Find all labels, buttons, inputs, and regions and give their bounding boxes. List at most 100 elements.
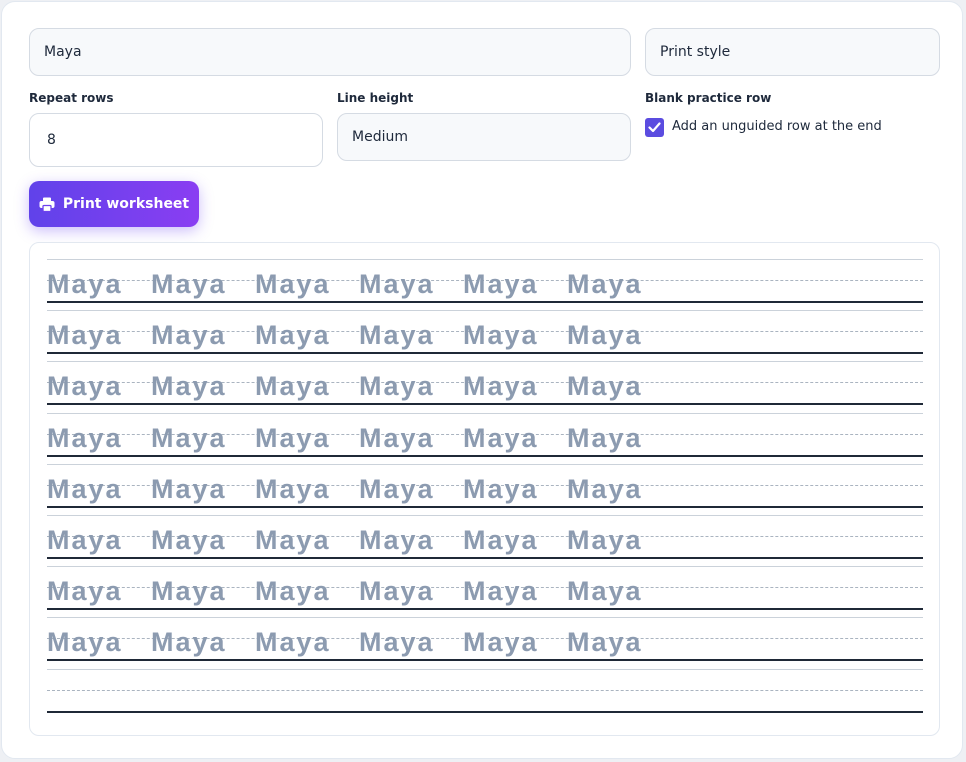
name-input[interactable]: Maya xyxy=(29,28,631,76)
trace-word: Maya xyxy=(151,371,227,402)
trace-word: Maya xyxy=(567,422,643,453)
base-guide-line xyxy=(47,403,923,406)
trace-word: Maya xyxy=(463,576,539,607)
base-guide-line xyxy=(47,557,923,559)
worksheet-preview: Maya Maya Maya Maya Maya Maya Maya Maya Maya Maya… xyxy=(29,242,940,736)
base-guide-line xyxy=(47,505,923,508)
trace-word: Maya xyxy=(47,371,123,402)
blank-row-checkbox-label: Add an unguided row at the end xyxy=(672,119,882,134)
practice-row: Maya Maya Maya Maya Maya Maya xyxy=(47,259,923,303)
practice-row: Maya Maya Maya Maya Maya Maya xyxy=(47,361,923,406)
trace-word: Maya xyxy=(47,627,123,658)
trace-word: Maya xyxy=(359,525,435,555)
base-guide-line xyxy=(47,710,923,713)
top-guide-line xyxy=(47,617,923,619)
trace-word: Maya xyxy=(151,269,227,299)
trace-word: Maya xyxy=(255,627,331,658)
trace-word: Maya xyxy=(47,320,123,351)
trace-words: Maya Maya Maya Maya Maya Maya xyxy=(47,525,671,555)
trace-word: Maya xyxy=(567,269,643,299)
trace-word: Maya xyxy=(567,371,643,402)
trace-word: Maya xyxy=(359,627,435,658)
base-guide-line xyxy=(47,608,923,611)
trace-word: Maya xyxy=(47,422,123,453)
trace-word: Maya xyxy=(463,320,539,351)
trace-word: Maya xyxy=(463,627,539,658)
trace-word: Maya xyxy=(359,320,435,351)
repeat-rows-label: Repeat rows xyxy=(29,91,114,105)
trace-word: Maya xyxy=(255,269,331,299)
practice-row: Maya Maya Maya Maya Maya Maya xyxy=(47,463,923,508)
trace-words: Maya Maya Maya Maya Maya Maya xyxy=(47,423,671,453)
base-guide-line xyxy=(47,352,923,355)
trace-word: Maya xyxy=(359,371,435,402)
trace-word: Maya xyxy=(463,525,539,555)
blank-row-checkbox[interactable] xyxy=(645,118,664,137)
top-guide-line xyxy=(47,463,923,465)
trace-word: Maya xyxy=(359,473,435,504)
repeat-rows-value: 8 xyxy=(47,132,56,148)
line-height-value: Medium xyxy=(352,129,408,145)
top-guide-line xyxy=(47,566,923,568)
blank-practice-row xyxy=(47,668,923,713)
trace-word: Maya xyxy=(255,371,331,402)
trace-word: Maya xyxy=(359,422,435,453)
practice-row: Maya Maya Maya Maya Maya Maya xyxy=(47,617,923,662)
top-guide-line xyxy=(47,310,923,312)
trace-words: Maya Maya Maya Maya Maya Maya xyxy=(47,576,671,606)
print-worksheet-button[interactable]: Print worksheet xyxy=(29,181,199,227)
top-guide-line xyxy=(47,412,923,414)
trace-word: Maya xyxy=(567,576,643,607)
base-guide-line xyxy=(47,301,923,303)
trace-word: Maya xyxy=(463,422,539,453)
trace-word: Maya xyxy=(151,320,227,351)
trace-word: Maya xyxy=(567,473,643,504)
trace-word: Maya xyxy=(567,320,643,351)
trace-word: Maya xyxy=(255,473,331,504)
base-guide-line xyxy=(47,454,923,457)
practice-row: Maya Maya Maya Maya Maya Maya xyxy=(47,515,923,559)
trace-word: Maya xyxy=(151,627,227,658)
checkmark-icon xyxy=(648,122,661,133)
trace-words: Maya Maya Maya Maya Maya Maya xyxy=(47,320,671,350)
practice-row: Maya Maya Maya Maya Maya Maya xyxy=(47,412,923,457)
trace-word: Maya xyxy=(255,576,331,607)
trace-words: Maya Maya Maya Maya Maya Maya xyxy=(47,627,671,657)
name-input-value: Maya xyxy=(44,44,82,60)
trace-word: Maya xyxy=(151,576,227,607)
style-select[interactable]: Print style xyxy=(645,28,940,76)
top-guide-line xyxy=(47,361,923,363)
trace-word: Maya xyxy=(151,422,227,453)
trace-word: Maya xyxy=(151,473,227,504)
trace-words: Maya Maya Maya Maya Maya Maya xyxy=(47,371,671,401)
style-select-value: Print style xyxy=(660,44,731,60)
trace-word: Maya xyxy=(359,269,435,299)
trace-word: Maya xyxy=(255,525,331,555)
top-guide-line xyxy=(47,668,923,670)
top-guide-line xyxy=(47,259,923,260)
trace-word: Maya xyxy=(463,371,539,402)
repeat-rows-input[interactable]: 8 xyxy=(29,113,323,167)
print-worksheet-label: Print worksheet xyxy=(62,196,190,212)
trace-word: Maya xyxy=(463,473,539,504)
line-height-label: Line height xyxy=(337,91,414,105)
practice-row: Maya Maya Maya Maya Maya Maya xyxy=(47,310,923,355)
practice-row: Maya Maya Maya Maya Maya Maya xyxy=(47,566,923,611)
trace-word: Maya xyxy=(47,269,123,299)
mid-guide-line xyxy=(47,689,923,691)
trace-word: Maya xyxy=(151,525,227,555)
trace-word: Maya xyxy=(567,627,643,658)
top-guide-line xyxy=(47,515,923,516)
trace-word: Maya xyxy=(47,525,123,555)
trace-words: Maya Maya Maya Maya Maya Maya xyxy=(47,474,671,504)
trace-words: Maya Maya Maya Maya Maya Maya xyxy=(47,269,671,299)
trace-word: Maya xyxy=(47,576,123,607)
line-height-select[interactable]: Medium xyxy=(337,113,631,161)
worksheet-card: Maya Print style Repeat rows 8 Line heig… xyxy=(1,1,963,759)
trace-word: Maya xyxy=(255,422,331,453)
trace-word: Maya xyxy=(567,525,643,555)
trace-word: Maya xyxy=(463,269,539,299)
trace-word: Maya xyxy=(359,576,435,607)
trace-word: Maya xyxy=(47,473,123,504)
base-guide-line xyxy=(47,659,923,662)
